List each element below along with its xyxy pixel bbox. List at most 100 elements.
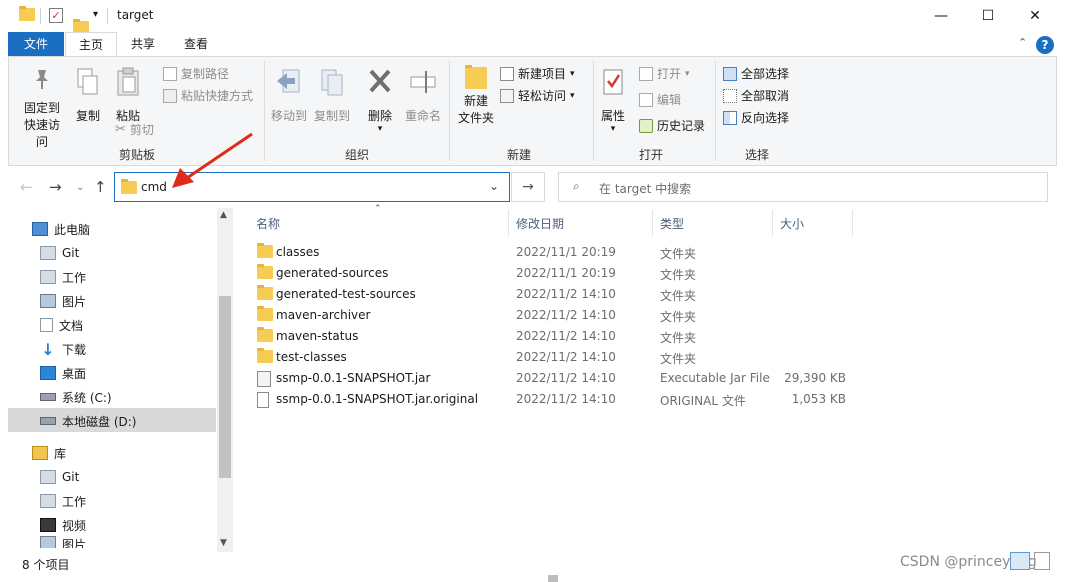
go-button[interactable]: → xyxy=(511,172,545,202)
nav-item-this-pc[interactable]: 此电脑 xyxy=(32,218,90,240)
nav-scrollbar-thumb[interactable] xyxy=(219,296,231,478)
table-row[interactable]: generated-sources 2022/11/1 20:19 文件夹 xyxy=(247,263,867,284)
tab-share[interactable]: 共享 xyxy=(123,32,163,56)
file-name: generated-test-sources xyxy=(276,287,416,301)
nav-item-documents[interactable]: 文档 xyxy=(40,314,83,336)
help-icon[interactable]: ? xyxy=(1036,36,1054,54)
maximize-button[interactable]: ☐ xyxy=(965,0,1011,32)
expand-ribbon-chevron-icon[interactable]: ⌃ xyxy=(1018,36,1027,49)
nav-item-libraries[interactable]: 库 xyxy=(32,442,66,464)
scroll-up-chevron-icon[interactable]: ▲ xyxy=(220,210,227,220)
invert-selection-label: 反向选择 xyxy=(741,111,790,125)
details-view-icon[interactable] xyxy=(1010,552,1030,570)
new-folder-icon xyxy=(465,65,487,89)
rename-button[interactable]: 重命名 xyxy=(402,67,444,125)
ribbon: 固定到快速访问 复制 粘贴 复制路径 粘贴快捷方式 ✂ 剪切 剪贴板 移动到 复… xyxy=(8,56,1057,166)
forward-arrow-icon[interactable]: → xyxy=(49,178,62,196)
file-type: 文件夹 xyxy=(660,352,697,366)
nav-item-work[interactable]: 工作 xyxy=(40,266,86,288)
desktop-icon xyxy=(40,366,56,380)
table-row[interactable]: ssmp-0.0.1-SNAPSHOT.jar.original 2022/11… xyxy=(247,389,867,410)
nav-item-desktop[interactable]: 桌面 xyxy=(40,362,86,384)
customize-toolbar-chevron-icon[interactable]: ▾ xyxy=(93,9,98,20)
recent-locations-chevron-icon[interactable]: ⌄ xyxy=(76,182,84,193)
nav-item-pictures[interactable]: 图片 xyxy=(40,290,86,312)
open-button[interactable]: 打开 ▾ xyxy=(639,65,690,82)
annotation-arrow-icon xyxy=(172,132,253,188)
new-folder-label: 新建 文件夹 xyxy=(457,94,494,125)
new-item-button[interactable]: 新建项目 ▾ xyxy=(500,65,575,82)
history-button[interactable]: 历史记录 xyxy=(639,117,705,134)
table-row[interactable]: test-classes 2022/11/2 14:10 文件夹 xyxy=(247,347,867,368)
nav-item-label: 工作 xyxy=(62,494,87,509)
folder-icon xyxy=(257,264,273,279)
table-row[interactable]: ssmp-0.0.1-SNAPSHOT.jar 2022/11/2 14:10 … xyxy=(247,368,867,389)
nav-item-drive-c[interactable]: 系统 (C:) xyxy=(40,386,112,408)
delete-x-icon xyxy=(369,69,391,93)
nav-item-label: 图片 xyxy=(62,538,87,548)
column-divider[interactable] xyxy=(772,210,773,236)
copy-to-label: 复制到 xyxy=(313,109,350,123)
close-button[interactable]: ✕ xyxy=(1012,0,1058,32)
delete-dropdown-chevron-icon[interactable]: ▾ xyxy=(363,125,397,134)
column-header-type[interactable]: 类型 xyxy=(660,215,684,232)
back-arrow-icon[interactable]: ← xyxy=(20,178,33,196)
nav-item-drive-d[interactable]: 本地磁盘 (D:) xyxy=(40,410,136,432)
select-none-button[interactable]: 全部取消 xyxy=(723,87,789,104)
pin-to-quick-access-button[interactable]: 固定到快速访问 xyxy=(13,67,71,151)
column-header-size[interactable]: 大小 xyxy=(780,215,804,232)
cut-button[interactable]: ✂ 剪切 xyxy=(115,121,154,138)
address-history-chevron-icon[interactable]: ⌄ xyxy=(489,179,499,193)
nav-item-lib-pictures[interactable]: 图片 xyxy=(40,536,86,548)
edit-button[interactable]: 编辑 xyxy=(639,91,681,108)
nav-item-videos[interactable]: 视频 xyxy=(40,514,86,536)
column-divider[interactable] xyxy=(852,210,853,236)
invert-selection-button[interactable]: 反向选择 xyxy=(723,109,789,126)
paste-shortcut-button[interactable]: 粘贴快捷方式 xyxy=(163,87,253,104)
nav-item-lib-git[interactable]: Git xyxy=(40,466,79,488)
file-date: 2022/11/2 14:10 xyxy=(516,350,616,364)
paste-button[interactable]: 粘贴 xyxy=(109,67,147,125)
column-divider[interactable] xyxy=(652,210,653,236)
tab-file[interactable]: 文件 xyxy=(8,32,64,56)
easy-access-button[interactable]: 轻松访问 ▾ xyxy=(500,87,575,104)
search-box[interactable]: ⌕ 在 target 中搜索 xyxy=(558,172,1048,202)
nav-item-lib-work[interactable]: 工作 xyxy=(40,490,86,512)
table-row[interactable]: maven-archiver 2022/11/2 14:10 文件夹 xyxy=(247,305,867,326)
select-all-button[interactable]: 全部选择 xyxy=(723,65,789,82)
paste-icon xyxy=(117,67,139,96)
nav-item-label: 本地磁盘 (D:) xyxy=(62,414,137,429)
tab-home[interactable]: 主页 xyxy=(65,32,117,57)
scroll-down-chevron-icon[interactable]: ▼ xyxy=(220,538,227,548)
address-input[interactable]: cmd xyxy=(141,180,167,194)
nav-item-label: 工作 xyxy=(62,270,87,285)
new-item-icon xyxy=(500,66,514,81)
nav-item-label: 图片 xyxy=(62,294,87,309)
table-row[interactable]: generated-test-sources 2022/11/2 14:10 文… xyxy=(247,284,867,305)
properties-quick-icon[interactable]: ✓ xyxy=(49,8,63,23)
minimize-button[interactable]: — xyxy=(918,0,964,32)
properties-button[interactable]: 属性 ▾ xyxy=(597,67,629,134)
go-arrow-icon: → xyxy=(522,179,534,195)
nav-item-git[interactable]: Git xyxy=(40,242,79,264)
copy-button[interactable]: 复制 xyxy=(71,67,105,125)
move-to-button[interactable]: 移动到 xyxy=(268,67,310,125)
nav-item-downloads[interactable]: ↓ 下载 xyxy=(40,338,86,360)
table-row[interactable]: maven-status 2022/11/2 14:10 文件夹 xyxy=(247,326,867,347)
file-type: 文件夹 xyxy=(660,247,697,261)
tab-view[interactable]: 查看 xyxy=(176,32,216,56)
large-icons-view-icon[interactable] xyxy=(1034,552,1050,570)
column-header-name[interactable]: 名称 xyxy=(256,215,280,232)
search-input[interactable]: 在 target 中搜索 xyxy=(599,180,691,197)
properties-dropdown-chevron-icon[interactable]: ▾ xyxy=(597,125,629,134)
copy-to-button[interactable]: 复制到 xyxy=(311,67,353,125)
delete-button[interactable]: 删除 ▾ xyxy=(363,67,397,134)
group-divider xyxy=(264,61,265,161)
new-folder-button[interactable]: 新建 文件夹 xyxy=(454,65,498,127)
column-divider[interactable] xyxy=(508,210,509,236)
copy-path-button[interactable]: 复制路径 xyxy=(163,65,229,82)
column-header-modified[interactable]: 修改日期 xyxy=(516,215,564,232)
table-row[interactable]: classes 2022/11/1 20:19 文件夹 xyxy=(247,242,867,263)
up-arrow-icon[interactable]: ↑ xyxy=(94,178,107,196)
folder-icon xyxy=(257,306,273,321)
